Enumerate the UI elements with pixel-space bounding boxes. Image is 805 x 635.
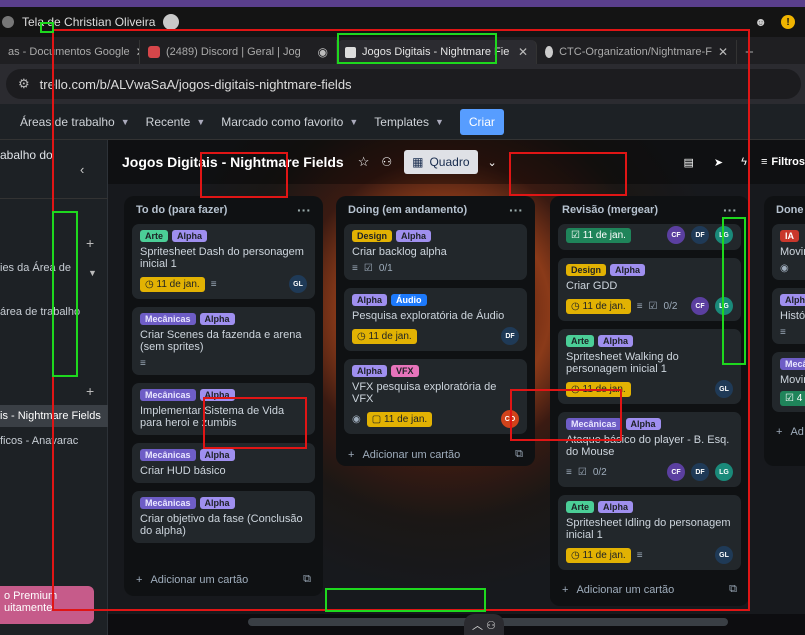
annotation-box [52, 29, 750, 611]
filters-label[interactable]: Filtros [771, 156, 805, 168]
due-text: 4 d [796, 393, 805, 404]
annotation-box [509, 152, 627, 196]
filter-icon[interactable]: ≡ [761, 156, 767, 168]
annotation-box [203, 397, 307, 449]
card[interactable]: IA Movim ◉ [772, 224, 805, 280]
list-header[interactable]: Done [764, 196, 805, 224]
annotation-box [200, 152, 288, 198]
card[interactable]: Alpha Histór ≡ [772, 288, 805, 344]
label-chip: IA [780, 230, 799, 242]
add-card-label: Ad [790, 426, 804, 438]
list-done: Done IA Movim ◉ Alpha Histór ≡ Mecâ Movi… [764, 196, 805, 466]
card-title: Histór [780, 310, 805, 322]
watch-icon: ◉ [780, 263, 789, 274]
chevron-up-icon[interactable]: ︿ ⚇ [464, 614, 504, 635]
label-chip: Mecâ [780, 358, 805, 370]
card-title: Movim [780, 246, 805, 258]
top-strip [0, 0, 805, 7]
alert-icon[interactable]: ! [781, 15, 795, 29]
annotation-box [325, 588, 486, 612]
avatar [163, 14, 180, 30]
annotation-box [510, 389, 622, 441]
annotation-box [40, 22, 54, 33]
card-title: Movim [780, 374, 805, 386]
list-title: Done [776, 204, 804, 216]
avatar [2, 16, 14, 28]
annotation-box [337, 33, 497, 64]
add-card-button[interactable]: + Ad [764, 420, 805, 444]
card[interactable]: Mecâ Movim ☑ 4 d [772, 352, 805, 412]
horizontal-scrollbar[interactable]: ︿ ⚇ [108, 614, 805, 635]
due-badge: ☑ 4 d [780, 391, 805, 406]
plus-icon: + [776, 426, 783, 438]
add-user-icon[interactable]: ☻ [754, 15, 767, 29]
label-chip: Alpha [780, 294, 805, 306]
site-settings-icon[interactable]: ⚙ [18, 76, 30, 92]
annotation-box [52, 211, 78, 377]
description-icon: ≡ [780, 327, 786, 338]
sidebar-workspace-title: abalho do [0, 148, 53, 162]
annotation-box [722, 217, 746, 365]
